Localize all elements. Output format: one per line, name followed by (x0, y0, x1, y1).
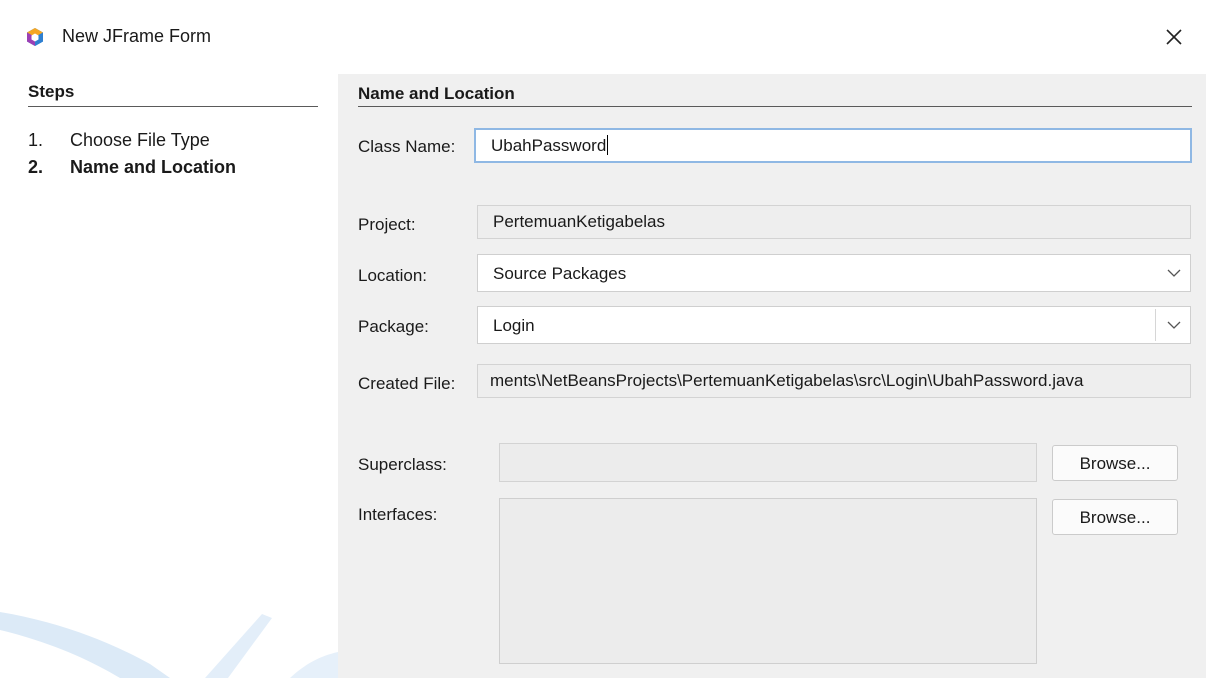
project-label: Project: (358, 215, 416, 234)
class-name-input[interactable]: UbahPassword (474, 128, 1192, 163)
interfaces-browse-button[interactable]: Browse... (1052, 499, 1178, 535)
interfaces-label: Interfaces: (358, 505, 438, 524)
combo-separator (1155, 309, 1156, 341)
created-file-label: Created File: (358, 374, 456, 393)
steps-panel: Steps 1. Choose File Type 2. Name and Loca… (0, 74, 338, 678)
created-file-value: ments\NetBeansProjects\PertemuanKetigabe… (490, 371, 1084, 390)
section-divider (358, 106, 1192, 107)
close-icon[interactable] (1158, 21, 1190, 53)
package-value: Login (493, 316, 535, 335)
step-label: Choose File Type (70, 130, 210, 150)
location-label: Location: (358, 266, 427, 285)
chevron-down-icon[interactable] (1166, 317, 1182, 333)
interfaces-list[interactable] (499, 498, 1037, 664)
package-combobox[interactable]: Login (477, 306, 1191, 344)
name-and-location-panel: Name and Location Class Name: UbahPasswo… (338, 74, 1206, 678)
step-name-and-location: 2. Name and Location (28, 157, 236, 178)
step-label: Name and Location (70, 157, 237, 177)
class-name-label: Class Name: (358, 137, 456, 156)
window-title: New JFrame Form (62, 26, 212, 46)
netbeans-cube-icon (27, 28, 43, 46)
section-title: Name and Location (358, 84, 515, 103)
steps-title: Steps (28, 82, 75, 101)
package-label: Package: (358, 317, 429, 336)
created-file-field: ments\NetBeansProjects\PertemuanKetigabe… (477, 364, 1191, 398)
location-dropdown[interactable]: Source Packages (477, 254, 1191, 292)
superclass-label: Superclass: (358, 455, 447, 474)
class-name-value: UbahPassword (491, 136, 607, 155)
decorative-swoosh (0, 612, 338, 678)
step-number: 2. (28, 157, 44, 177)
location-value: Source Packages (493, 264, 627, 283)
superclass-field (499, 443, 1037, 482)
text-caret (607, 135, 609, 155)
step-choose-file-type: 1. Choose File Type (28, 130, 210, 151)
title-bar: New JFrame Form (0, 0, 1206, 74)
project-field: PertemuanKetigabelas (477, 205, 1191, 239)
project-value: PertemuanKetigabelas (493, 212, 666, 231)
step-number: 1. (28, 130, 44, 150)
chevron-down-icon (1167, 269, 1181, 277)
steps-divider (28, 106, 318, 107)
superclass-browse-button[interactable]: Browse... (1052, 445, 1178, 481)
